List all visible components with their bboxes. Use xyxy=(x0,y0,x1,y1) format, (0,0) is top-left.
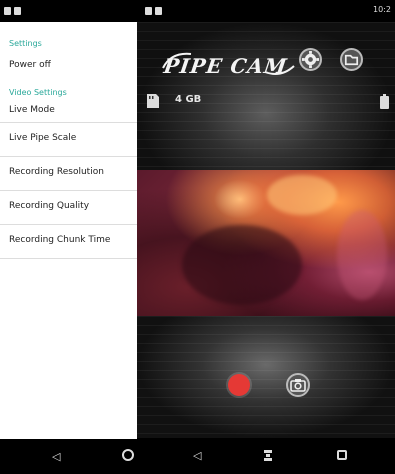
recents-button[interactable] xyxy=(337,450,347,460)
camera-preview xyxy=(137,170,395,316)
section-settings: Settings xyxy=(9,39,42,48)
camera-icon xyxy=(290,379,306,392)
status-bar: 10:2 xyxy=(137,0,395,22)
recording-resolution-item[interactable]: Recording Resolution xyxy=(0,157,137,191)
live-pipe-scale-item[interactable]: Live Pipe Scale xyxy=(0,123,137,157)
section-video-settings: Video Settings xyxy=(9,88,67,97)
nav-bar: ◁ xyxy=(137,438,395,474)
status-time: 10:2 xyxy=(373,5,391,14)
notification-icon xyxy=(14,7,21,15)
storage-remaining: 4 GB xyxy=(175,94,202,105)
folder-button[interactable] xyxy=(340,48,363,71)
record-button[interactable] xyxy=(228,374,250,396)
sd-card-icon xyxy=(147,94,159,108)
recording-chunk-time-item[interactable]: Recording Chunk Time xyxy=(0,225,137,259)
back-button[interactable]: ◁ xyxy=(193,449,201,462)
power-off-item[interactable]: Power off xyxy=(0,60,137,70)
pipe-background-bottom xyxy=(137,316,395,438)
status-bar xyxy=(0,0,137,22)
notification-icon xyxy=(4,7,11,15)
snapshot-button[interactable] xyxy=(286,373,310,397)
folder-icon xyxy=(344,54,359,66)
notification-icon xyxy=(145,7,152,15)
nav-bar: ◁ xyxy=(0,439,137,474)
home-button[interactable] xyxy=(122,449,134,461)
app-logo: PIPE CAM xyxy=(162,54,289,78)
recording-quality-item[interactable]: Recording Quality xyxy=(0,191,137,225)
home-icon[interactable] xyxy=(262,449,274,463)
back-button[interactable]: ◁ xyxy=(52,450,60,463)
camera-screen: 10:2 PIPE CAM 4 GB ◁ xyxy=(137,0,395,474)
settings-screen: Settings Power off Video Settings Live M… xyxy=(0,0,137,474)
live-mode-item[interactable]: Live Mode xyxy=(0,99,137,123)
battery-icon xyxy=(380,94,389,109)
notification-icon xyxy=(155,7,162,15)
gear-icon xyxy=(301,50,320,69)
settings-button[interactable] xyxy=(299,48,322,71)
